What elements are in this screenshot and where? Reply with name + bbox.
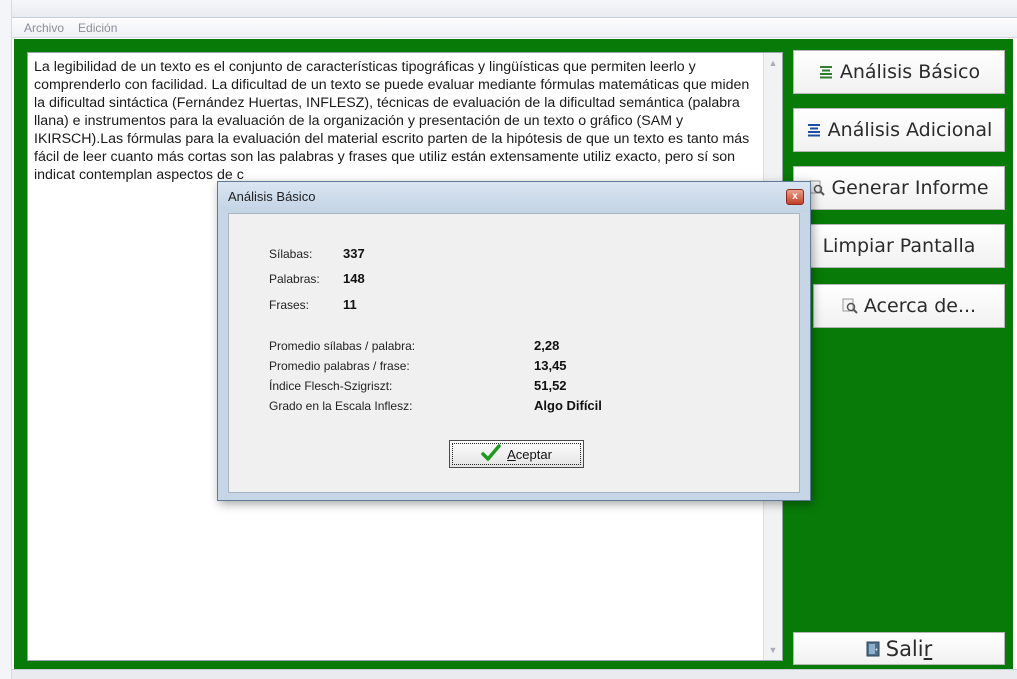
menu-edicion[interactable]: Edición — [78, 21, 117, 35]
list-lines-icon — [818, 64, 834, 80]
flesch-value: 51,52 — [534, 378, 567, 393]
avg-words-label: Promedio palabras / frase: — [269, 359, 410, 373]
sentences-value: 11 — [343, 297, 357, 312]
avg-syllables-label: Promedio sílabas / palabra: — [269, 339, 416, 353]
dialog-title: Análisis Básico — [218, 182, 810, 212]
inflesz-grade-label: Grado en la Escala Inflesz: — [269, 399, 413, 413]
window-titlebar — [0, 0, 1017, 18]
list-lines-icon — [806, 122, 822, 138]
accept-label: Aceptar — [507, 446, 552, 462]
basic-analysis-dialog: Análisis Básico x Sílabas: 337 Palabras:… — [217, 181, 811, 501]
window-frame-left — [0, 0, 12, 679]
avg-syllables-value: 2,28 — [534, 338, 560, 353]
menu-bar: Archivo Edición — [12, 18, 1017, 38]
inflesz-grade-value: Algo Difícil — [534, 398, 602, 413]
generate-report-label: Generar Informe — [831, 177, 989, 199]
about-label: Acerca de... — [863, 295, 977, 317]
scroll-up-arrow-icon[interactable]: ▲ — [764, 55, 782, 71]
sentences-label: Frases: — [269, 298, 310, 312]
additional-analysis-button[interactable]: Análisis Adicional — [793, 108, 1005, 152]
document-text: La legibilidad de un texto es el conjunt… — [34, 59, 750, 183]
clear-screen-label: Limpiar Pantalla — [822, 235, 976, 257]
basic-analysis-button[interactable]: Análisis Básico — [793, 50, 1005, 94]
scroll-down-arrow-icon[interactable]: ▼ — [764, 642, 782, 658]
accept-button[interactable]: Aceptar — [449, 440, 584, 468]
avg-words-value: 13,45 — [534, 358, 567, 373]
about-button[interactable]: Acerca de... — [813, 284, 1005, 328]
close-icon[interactable]: x — [786, 189, 804, 205]
magnifier-icon — [842, 298, 858, 314]
flesch-label: Índice Flesch-Szigriszt: — [269, 379, 393, 393]
checkmark-icon — [481, 443, 501, 465]
menu-archivo[interactable]: Archivo — [24, 21, 64, 35]
magnifier-icon — [809, 180, 826, 196]
additional-analysis-label: Análisis Adicional — [827, 119, 993, 141]
door-icon — [866, 641, 880, 657]
generate-report-button[interactable]: Generar Informe — [793, 166, 1005, 210]
syllables-label: Sílabas: — [269, 247, 313, 261]
clear-screen-button[interactable]: Limpiar Pantalla — [793, 224, 1005, 268]
dialog-body: Sílabas: 337 Palabras: 148 Frases: 11 Pr… — [228, 213, 800, 493]
exit-button[interactable]: Salir — [793, 632, 1005, 665]
basic-analysis-label: Análisis Básico — [839, 61, 981, 83]
syllables-value: 337 — [343, 246, 365, 261]
exit-label: Salir — [885, 636, 933, 661]
words-value: 148 — [343, 271, 365, 286]
words-label: Palabras: — [269, 272, 320, 286]
status-strip — [12, 669, 1017, 679]
